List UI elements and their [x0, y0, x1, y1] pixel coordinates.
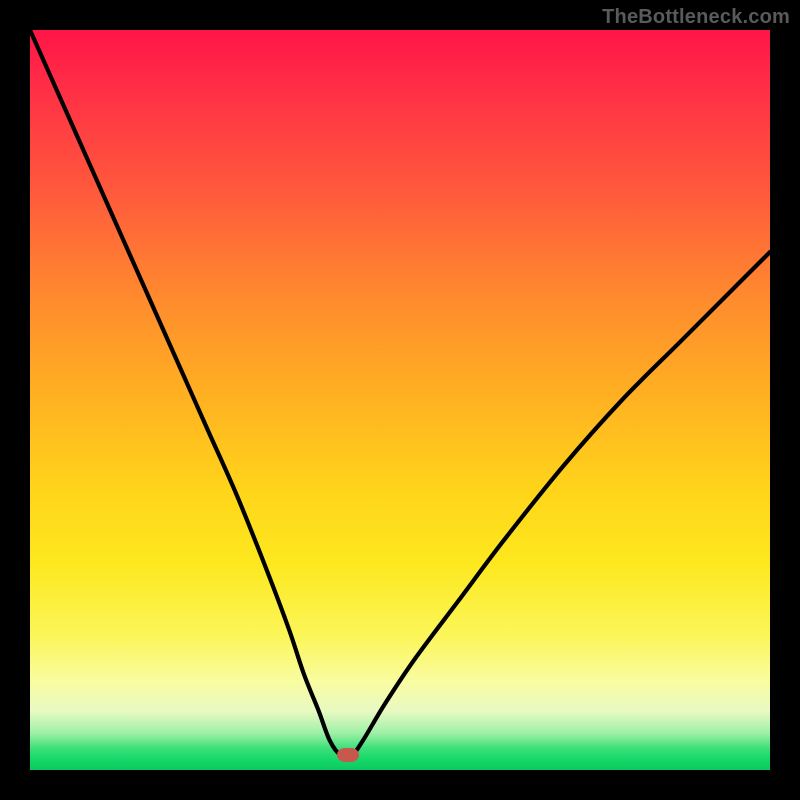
bottleneck-curve — [30, 30, 770, 757]
optimum-marker — [337, 748, 359, 762]
watermark-text: TheBottleneck.com — [602, 6, 790, 29]
chart-frame: TheBottleneck.com — [0, 0, 800, 800]
curve-overlay — [30, 30, 770, 770]
plot-area — [30, 30, 770, 770]
